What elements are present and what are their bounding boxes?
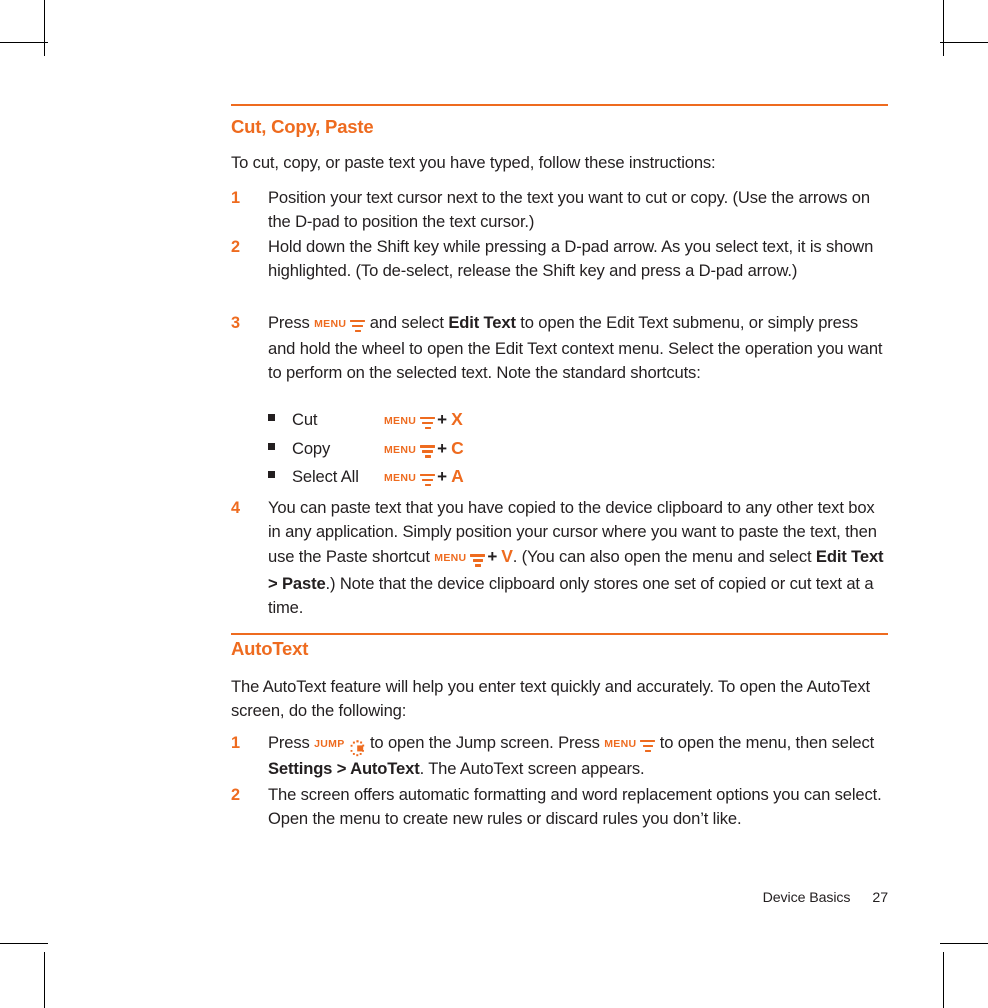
bullet-square-icon bbox=[268, 442, 275, 450]
list-item: 1 Position your text cursor next to the … bbox=[231, 186, 888, 234]
section-intro-cut-copy-paste: To cut, copy, or paste text you have typ… bbox=[231, 153, 716, 172]
step-text-fragment: .) Note that the device clipboard only s… bbox=[268, 573, 874, 617]
step-number: 1 bbox=[231, 734, 241, 752]
step-text: The screen offers automatic formatting a… bbox=[268, 785, 882, 829]
section-heading-autotext: AutoText bbox=[231, 638, 309, 659]
list-item: 4 You can paste text that you have copie… bbox=[231, 496, 888, 620]
plus-sign: + bbox=[437, 410, 448, 429]
list-item: 1 Press JUMP to open the Jump screen. Pr… bbox=[231, 731, 888, 781]
shortcut-name: Copy bbox=[292, 438, 331, 458]
menu-key-badge: MENU bbox=[434, 547, 486, 571]
menu-key-label: MENU bbox=[384, 472, 417, 484]
shortcut-combo: MENU + C bbox=[384, 438, 464, 459]
menu-key-badge: MENU bbox=[314, 313, 366, 337]
menu-key-label: MENU bbox=[604, 738, 637, 750]
menu-key-label: MENU bbox=[384, 415, 417, 427]
jump-key-badge: JUMP bbox=[314, 733, 365, 757]
step-text-fragment: Press bbox=[268, 733, 315, 752]
step-text: You can paste text that you have copied … bbox=[268, 496, 888, 620]
shortcut-list: Cut MENU + X Copy MENU + C Select All ME… bbox=[268, 409, 668, 495]
list-item: Select All MENU + A bbox=[268, 466, 668, 495]
crop-mark-bottom-right-vertical bbox=[943, 952, 944, 1008]
step-text: Position your text cursor next to the te… bbox=[268, 188, 870, 232]
crop-mark-top-left-horizontal bbox=[0, 42, 48, 43]
step-text-bold: Edit Text bbox=[448, 313, 516, 332]
step-text-fragment: to open the Jump screen. Press bbox=[365, 733, 605, 752]
menu-key-badge: MENU bbox=[604, 733, 656, 757]
shortcut-key: X bbox=[451, 409, 463, 429]
shortcut-combo: MENU + A bbox=[384, 466, 464, 487]
jump-key-label: JUMP bbox=[314, 738, 345, 750]
shortcut-name: Cut bbox=[292, 410, 318, 429]
step-text: Press JUMP to open the Jump screen. Pres… bbox=[268, 731, 888, 781]
step-text-fragment: and select bbox=[365, 313, 449, 332]
step-text-fragment: . The AutoText screen appears. bbox=[419, 759, 645, 779]
menu-key-badge: MENU bbox=[384, 472, 436, 487]
crop-mark-top-right-vertical bbox=[943, 0, 944, 56]
step-text-fragment: Press bbox=[268, 313, 315, 332]
footer-page-number: 27 bbox=[872, 890, 888, 906]
menu-key-label: MENU bbox=[434, 552, 467, 565]
menu-key-badge: MENU bbox=[384, 443, 436, 458]
step-number: 3 bbox=[231, 314, 241, 332]
bullet-square-icon bbox=[268, 414, 275, 421]
crop-mark-top-right-horizontal bbox=[940, 42, 988, 43]
footer-chapter-label: Device Basics bbox=[762, 890, 851, 906]
list-item: Cut MENU + X bbox=[268, 409, 668, 438]
menu-icon bbox=[420, 416, 436, 430]
plus-sign: + bbox=[437, 438, 448, 458]
step-number: 4 bbox=[231, 499, 241, 517]
list-item: 3 Press MENU and select Edit Text to ope… bbox=[231, 311, 888, 386]
shortcut-key: A bbox=[451, 466, 464, 486]
crop-mark-bottom-left-vertical bbox=[44, 952, 45, 1008]
section-divider-cut-copy-paste bbox=[231, 104, 888, 106]
menu-icon bbox=[420, 473, 436, 487]
menu-icon bbox=[420, 445, 436, 458]
step-text-bold: Settings > AutoText bbox=[268, 759, 420, 779]
shortcut-key: V bbox=[501, 546, 513, 567]
menu-key-label: MENU bbox=[314, 318, 347, 330]
menu-key-label: MENU bbox=[384, 443, 417, 456]
crop-mark-bottom-left-horizontal bbox=[0, 943, 48, 944]
step-number: 1 bbox=[231, 189, 241, 207]
bullet-square-icon bbox=[268, 471, 275, 478]
jump-icon bbox=[349, 739, 366, 757]
crop-mark-bottom-right-horizontal bbox=[940, 943, 988, 944]
step-text: Press MENU and select Edit Text to open … bbox=[268, 311, 888, 386]
step-text: Hold down the Shift key while pressing a… bbox=[268, 237, 874, 281]
step-text-fragment: to open the menu, then select bbox=[655, 733, 875, 752]
plus-sign: + bbox=[437, 467, 448, 486]
section-divider-autotext bbox=[231, 633, 888, 635]
step-number: 2 bbox=[231, 786, 241, 804]
menu-icon bbox=[470, 554, 486, 567]
crop-mark-top-left-vertical bbox=[44, 0, 45, 56]
step-number: 2 bbox=[231, 238, 241, 256]
menu-icon bbox=[350, 319, 366, 333]
menu-key-badge: MENU bbox=[384, 415, 436, 430]
manual-page: Cut, Copy, Paste To cut, copy, or paste … bbox=[231, 0, 888, 988]
shortcut-name: Select All bbox=[292, 467, 359, 486]
section-heading-cut-copy-paste: Cut, Copy, Paste bbox=[231, 116, 374, 137]
shortcut-key: C bbox=[451, 437, 464, 458]
section-intro-autotext: The AutoText feature will help you enter… bbox=[231, 677, 870, 720]
plus-sign: + bbox=[487, 547, 498, 567]
menu-icon bbox=[640, 739, 656, 753]
shortcut-combo: MENU + X bbox=[384, 409, 463, 430]
page-footer: Device Basics 27 bbox=[231, 890, 888, 906]
list-item: 2 Hold down the Shift key while pressing… bbox=[231, 235, 888, 283]
list-item: Copy MENU + C bbox=[268, 438, 668, 467]
step-text-fragment: . (You can also open the menu and select bbox=[512, 547, 816, 567]
list-item: 2 The screen offers automatic formatting… bbox=[231, 783, 888, 831]
